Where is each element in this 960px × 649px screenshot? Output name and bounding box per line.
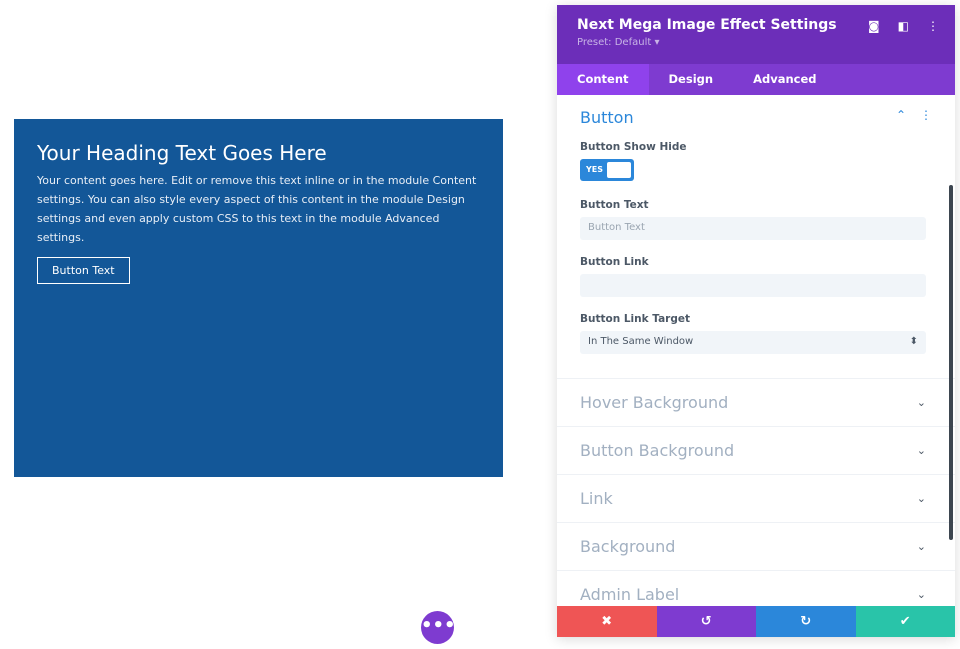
tab-content[interactable]: Content (557, 64, 649, 95)
module-body: Your content goes here. Edit or remove t… (37, 174, 477, 244)
settings-panel: Next Mega Image Effect Settings Preset: … (557, 5, 955, 637)
section-admin-label[interactable]: Admin Label ⌄ (557, 570, 955, 606)
show-hide-label: Button Show Hide (580, 141, 687, 153)
section-hover-background[interactable]: Hover Background ⌄ (557, 378, 955, 426)
more-vertical-icon[interactable]: ⋮ (927, 19, 939, 33)
section-button-header[interactable]: Button ⌃ ⋮ (557, 95, 955, 127)
module-heading: Your Heading Text Goes Here (37, 141, 327, 165)
button-text-label: Button Text (580, 199, 649, 211)
tab-design[interactable]: Design (649, 64, 734, 95)
select-value: In The Same Window (588, 336, 694, 347)
action-bar: ✖ ↺ ↻ ✔ (557, 606, 955, 637)
undo-button[interactable]: ↺ (656, 606, 756, 637)
chevron-up-icon[interactable]: ⌃ (896, 108, 906, 127)
section-link[interactable]: Link ⌄ (557, 474, 955, 522)
chevron-down-icon: ⌄ (916, 444, 926, 457)
module-button[interactable]: Button Text (37, 257, 130, 284)
chevron-down-icon: ⌄ (916, 492, 926, 505)
button-link-input[interactable] (580, 274, 926, 297)
toggle-label: YES (586, 165, 604, 174)
section-title: Button (580, 108, 634, 127)
sidebar-icon[interactable]: ◧ (898, 19, 909, 33)
save-button[interactable]: ✔ (855, 606, 955, 637)
button-text-input[interactable]: Button Text (580, 217, 926, 240)
chevron-down-icon: ⌄ (916, 540, 926, 553)
chevron-down-icon: ⌄ (916, 588, 926, 601)
more-vertical-icon[interactable]: ⋮ (920, 108, 932, 127)
panel-header: Next Mega Image Effect Settings Preset: … (557, 5, 955, 64)
more-horizontal-icon[interactable]: ••• (421, 611, 456, 644)
show-hide-toggle[interactable]: YES (580, 159, 634, 181)
tab-advanced[interactable]: Advanced (733, 64, 836, 95)
section-background[interactable]: Background ⌄ (557, 522, 955, 570)
select-arrows-icon: ⬍ (909, 336, 918, 347)
button-link-label: Button Link (580, 256, 649, 268)
text-module[interactable]: Your Heading Text Goes Here Your content… (14, 119, 503, 477)
scrollbar[interactable] (949, 185, 953, 540)
redo-button[interactable]: ↻ (756, 606, 856, 637)
chevron-down-icon: ⌄ (916, 396, 926, 409)
link-target-label: Button Link Target (580, 313, 690, 325)
section-button-background[interactable]: Button Background ⌄ (557, 426, 955, 474)
link-target-select[interactable]: In The Same Window ⬍ (580, 331, 926, 354)
tab-bar: Content Design Advanced (557, 64, 955, 95)
cancel-button[interactable]: ✖ (557, 606, 657, 637)
preset-dropdown[interactable]: Preset: Default ▾ (577, 37, 935, 48)
focus-icon[interactable]: ◙ (868, 19, 880, 33)
